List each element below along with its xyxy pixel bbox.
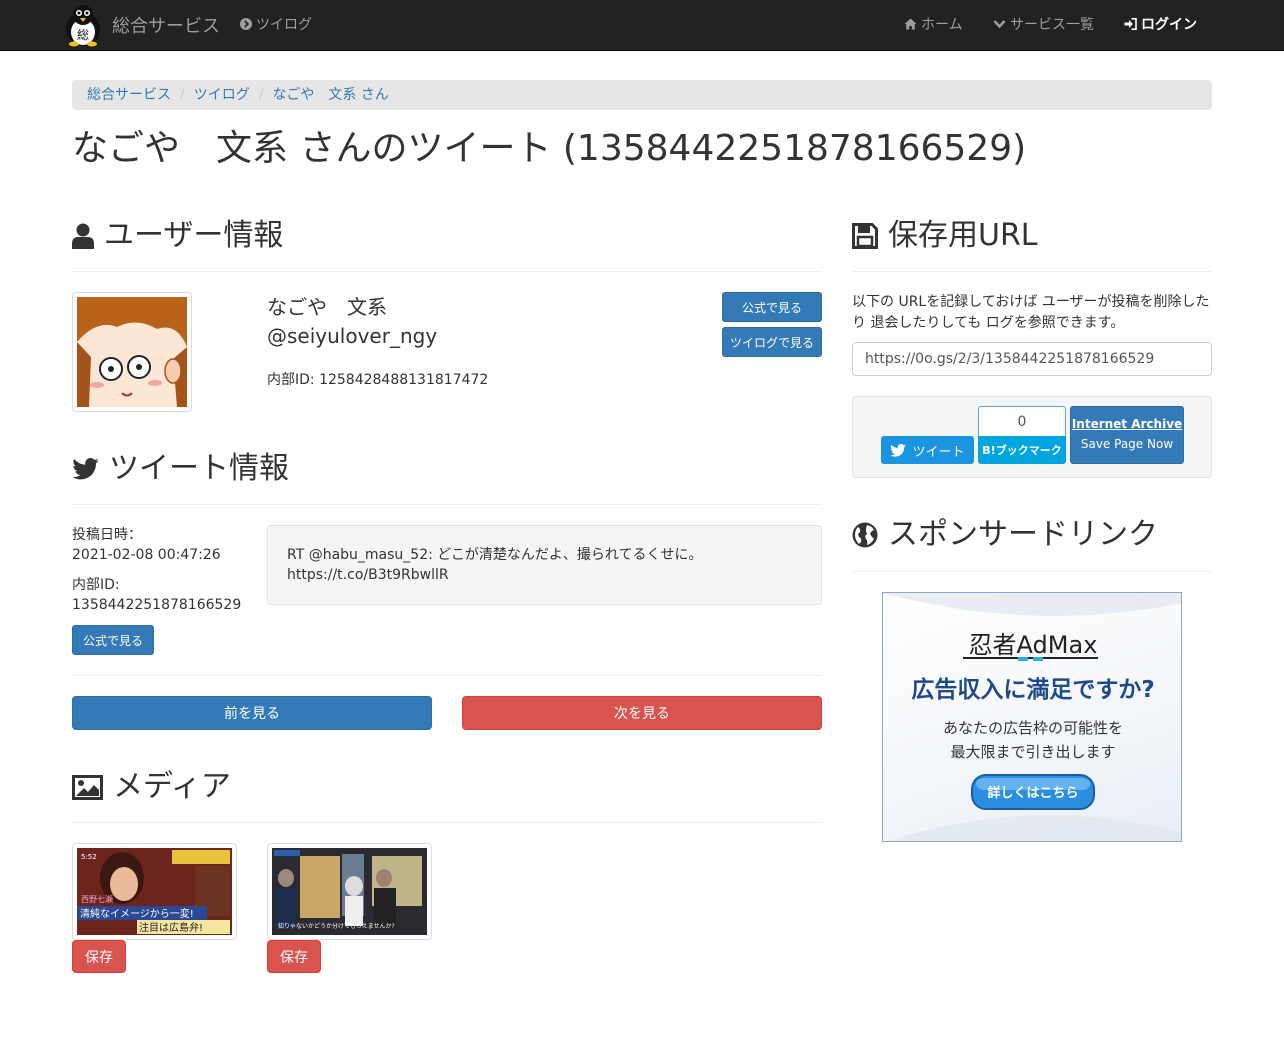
breadcrumb-separator: / [180,87,185,103]
user-tsuilog-button[interactable]: ツイログで見る [722,327,822,357]
tweet-share-label: ツイート [912,444,965,460]
nav-login-label: ログイン [1141,17,1197,33]
hatena-bookmark-count: 0 [978,406,1066,436]
user-avatar [72,292,192,412]
nav-services-label: サービス一覧 [1010,17,1094,33]
ad-line2: 最大限まで引き出します [950,743,1115,761]
tweet-link[interactable]: https://t.co/B3t9RbwllR [287,565,802,585]
divider [852,571,1212,572]
globe-icon [852,522,878,548]
divider [72,822,822,823]
tweet-text-line: RT @habu_masu_52: どこが清楚なんだよ、撮られてるくせに。 [287,547,703,563]
user-display-name: なごや 文系 [267,295,387,319]
floppy-disk-icon [852,223,878,249]
sponsor-ad-banner[interactable]: 忍者AdMax 広告収入に満足ですか? あなたの広告枠の可能性を 最大限まで引き… [882,592,1182,842]
media-caption-line1: 知りゃないかどうか分けてもらえませんか? [278,922,395,930]
nav-tsuilog-label: ツイログ [256,17,312,33]
breadcrumb-item[interactable]: ツイログ [194,87,250,103]
media-caption-line1: 清純なイメージから一変! [80,907,194,920]
tweet-id-label: 内部ID: [72,577,120,593]
internet-archive-subtitle: Save Page Now [1080,437,1174,451]
ad-logo: 忍者AdMax [969,631,1098,659]
brand-name: 総合サービス [112,16,220,37]
tweet-share-button[interactable]: ツイート [881,436,974,464]
nav-home-label: ホーム [921,17,963,33]
media-thumbnail[interactable]: 5:52 西野七瀬 清純なイメージから一変! 注目は広島弁! [72,843,237,940]
media-thumbnail[interactable]: 知りゃないかどうか分けてもらえませんか? [267,843,432,940]
user-info-heading-label: ユーザー情報 [104,218,284,253]
ad-button-label: 詳しくはこちら [987,785,1078,801]
breadcrumb-separator: / [258,87,264,103]
twitter-bird-icon [72,458,99,480]
nav-home[interactable]: ホーム [904,0,963,51]
breadcrumb: 総合サービス / ツイログ / なごや 文系 さん [72,80,1212,110]
divider [72,271,822,272]
nav-tsuilog[interactable]: ツイログ [240,0,312,51]
image-icon [72,774,103,800]
media-save-button[interactable]: 保存 [267,940,321,973]
chevron-circle-right-icon [240,0,252,51]
tweet-info-heading: ツイート情報 [72,449,289,489]
save-url-heading-label: 保存用URL [888,218,1038,253]
tweet-id-value: 1358442251878166529 [72,597,242,613]
save-url-field[interactable]: https://0o.gs/2/3/1358442251878166529 [852,342,1212,376]
home-icon [904,0,917,51]
internet-archive-title: Internet Archive [1071,417,1183,431]
twitter-bird-icon [890,443,907,457]
media-save-button[interactable]: 保存 [72,940,126,973]
ad-image: 忍者AdMax 広告収入に満足ですか? あなたの広告枠の可能性を 最大限まで引き… [883,593,1181,841]
brand-link[interactable]: 総 総合サービス [62,2,220,48]
media-time: 5:52 [81,853,97,861]
nav-services[interactable]: サービス一覧 [993,0,1094,51]
media-caption-name: 西野七瀬 [81,894,113,904]
internet-archive-button[interactable]: Internet Archive Save Page Now [1070,406,1184,464]
posted-label: 投稿日時： [72,527,142,543]
ad-headline: 広告収入に満足ですか? [911,676,1154,703]
logo-text: 総 [77,28,89,42]
user-info-heading: ユーザー情報 [72,216,283,256]
hatena-bookmark-button[interactable]: B!ブックマーク [978,436,1066,464]
prev-button[interactable]: 前を見る [72,696,432,730]
page-title: なごや 文系 さんのツイート (1358442251878166529) [72,128,1027,169]
divider [72,675,822,676]
breadcrumb-item[interactable]: なごや 文系 さん [272,87,388,103]
user-internal-id: 内部ID: 1258428488131817472 [267,372,489,388]
breadcrumb-item[interactable]: 総合サービス [87,87,171,103]
penguin-logo-icon: 総 [66,5,100,47]
user-official-button[interactable]: 公式で見る [722,292,822,322]
tweet-official-button[interactable]: 公式で見る [72,625,154,655]
divider [72,504,822,505]
tweet-text-box: RT @habu_masu_52: どこが清楚なんだよ、撮られてるくせに。 ht… [267,525,822,605]
user-screen-name: @seiyulover_ngy [267,324,438,348]
chevron-down-icon [993,0,1006,51]
top-navbar: 総 総合サービス ツイログ ホーム サービス一覧 ログイン [0,0,1284,51]
avatar-image [77,297,187,407]
nav-login[interactable]: ログイン [1124,0,1197,51]
sponsor-heading-label: スポンサードリンク [888,517,1158,552]
tweet-info-heading-label: ツイート情報 [109,451,289,486]
media-image: 知りゃないかどうか分けてもらえませんか? [272,848,427,935]
sign-in-icon [1124,0,1137,51]
ad-line1: あなたの広告枠の可能性を [943,719,1123,737]
save-url-description-2: り 退会したりしても ログを参照できます。 [852,315,1125,331]
media-heading-label: メディア [113,769,231,804]
media-image: 5:52 西野七瀬 清純なイメージから一変! 注目は広島弁! [77,848,232,935]
media-caption-line2: 注目は広島弁! [139,921,203,934]
next-button[interactable]: 次を見る [462,696,822,730]
posted-value: 2021-02-08 00:47:26 [72,547,221,563]
save-url-description: 以下の URLを記録しておけば ユーザーが投稿を削除した [852,294,1210,310]
user-icon [72,223,94,249]
media-heading: メディア [72,767,231,807]
save-url-heading: 保存用URL [852,216,1038,256]
divider [852,271,1212,272]
sponsor-heading: スポンサードリンク [852,515,1158,555]
